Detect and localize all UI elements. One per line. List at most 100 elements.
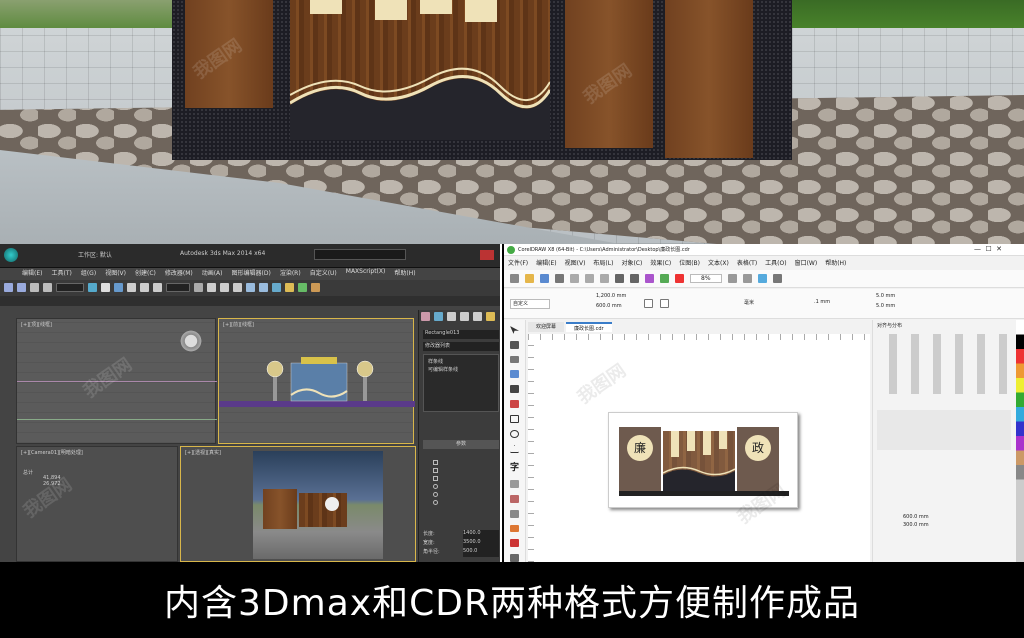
- page-width-field[interactable]: 1,200.0 mm: [596, 293, 626, 299]
- menu-item[interactable]: 动画(A): [202, 268, 223, 278]
- zoom-tool-icon[interactable]: [510, 370, 519, 379]
- menu-item[interactable]: 窗口(W): [795, 258, 818, 268]
- param-value[interactable]: 1400.0: [463, 530, 499, 539]
- viewport-top[interactable]: [+][顶][线框]: [16, 318, 217, 444]
- connector-icon[interactable]: [510, 494, 519, 503]
- menu-item[interactable]: 对象(C): [621, 258, 642, 268]
- eyedropper-icon[interactable]: [510, 524, 519, 533]
- options-icon[interactable]: [772, 274, 782, 283]
- menu-item[interactable]: 编辑(E): [22, 268, 42, 278]
- menu-item[interactable]: 位图(B): [679, 258, 700, 268]
- save-icon[interactable]: [540, 274, 549, 283]
- menu-item[interactable]: 视图(V): [105, 268, 126, 278]
- coord-dropdown[interactable]: [166, 283, 190, 292]
- menu-item[interactable]: 编辑(E): [536, 258, 556, 268]
- angle-snap-icon[interactable]: [220, 283, 229, 292]
- cut-icon[interactable]: [570, 274, 579, 283]
- radio[interactable]: [433, 492, 438, 497]
- menu-item[interactable]: 文本(X): [708, 258, 729, 268]
- menu-item[interactable]: 工具(T): [51, 268, 71, 278]
- modifier-stack[interactable]: 样条线 可编辑样条线: [423, 354, 499, 412]
- hierarchy-tab-icon[interactable]: [447, 312, 456, 321]
- checkbox[interactable]: [433, 476, 438, 481]
- nudge-field[interactable]: .1 mm: [814, 299, 830, 305]
- utilities-tab-icon[interactable]: [486, 312, 495, 321]
- menu-item[interactable]: 组(G): [81, 268, 96, 278]
- radio[interactable]: [433, 484, 438, 489]
- checkbox[interactable]: [433, 460, 438, 465]
- viewport-label[interactable]: [+][前][线框]: [223, 321, 254, 328]
- object-name-field[interactable]: Rectangle013: [423, 330, 499, 339]
- menu-item[interactable]: 视图(V): [565, 258, 586, 268]
- menu-item[interactable]: 创建(C): [135, 268, 156, 278]
- drawing-canvas[interactable]: 廉 政 我图网 我图网: [534, 340, 870, 562]
- rect-select-icon[interactable]: [114, 283, 123, 292]
- page-preset-dropdown[interactable]: 自定义: [510, 299, 550, 309]
- viewport-perspective[interactable]: [+][透视][真实]: [180, 446, 416, 562]
- align-icon[interactable]: [259, 283, 268, 292]
- redo-icon[interactable]: [17, 283, 26, 292]
- artistic-media-icon[interactable]: [510, 400, 519, 408]
- modifier-list-dropdown[interactable]: 修改器列表: [423, 342, 499, 351]
- portrait-icon[interactable]: [644, 299, 653, 308]
- window-controls[interactable]: — ☐ ✕: [974, 245, 1002, 253]
- menu-item[interactable]: 表格(T): [737, 258, 757, 268]
- render-setup-icon[interactable]: [298, 283, 307, 292]
- drop-shadow-icon[interactable]: [510, 509, 519, 518]
- menu-item[interactable]: 修改器(M): [165, 268, 193, 278]
- viewport-label[interactable]: [+][Camera01][明暗处理]: [21, 449, 83, 456]
- docker-height-field[interactable]: 300.0 mm: [903, 522, 929, 528]
- landscape-icon[interactable]: [660, 299, 669, 308]
- new-icon[interactable]: [510, 274, 519, 283]
- units-dropdown[interactable]: 毫米: [744, 299, 754, 306]
- align-objects-section[interactable]: [877, 410, 1011, 450]
- rotate-icon[interactable]: [140, 283, 149, 292]
- move-icon[interactable]: [127, 283, 136, 292]
- stack-item[interactable]: 样条线: [428, 358, 443, 365]
- open-icon[interactable]: [525, 274, 534, 283]
- import-icon[interactable]: [645, 274, 654, 283]
- align-buttons[interactable]: [877, 334, 1011, 394]
- crop-tool-icon[interactable]: [510, 355, 519, 364]
- pdf-icon[interactable]: [675, 274, 684, 283]
- menu-item[interactable]: 效果(C): [650, 258, 671, 268]
- snap-to-icon[interactable]: [757, 274, 767, 283]
- radio[interactable]: [433, 500, 438, 505]
- menu-item[interactable]: 自定义(U): [310, 268, 337, 278]
- layer-icon[interactable]: [272, 283, 281, 292]
- menu-item[interactable]: 帮助(H): [825, 258, 846, 268]
- text-tool-icon[interactable]: 字: [510, 460, 519, 473]
- menu-item[interactable]: 渲染(R): [280, 268, 301, 278]
- menu-item[interactable]: 工具(O): [765, 258, 786, 268]
- menu-item[interactable]: 布局(L): [593, 258, 613, 268]
- rollout-parameters[interactable]: 参数: [423, 440, 499, 449]
- viewport-label[interactable]: [+][透视][真实]: [185, 449, 221, 456]
- export-icon[interactable]: [660, 274, 669, 283]
- viewcube-icon[interactable]: [179, 329, 203, 353]
- create-tab-icon[interactable]: [421, 312, 430, 321]
- display-tab-icon[interactable]: [473, 312, 482, 321]
- select-icon[interactable]: [88, 283, 97, 292]
- material-editor-icon[interactable]: [285, 283, 294, 292]
- select-by-name-icon[interactable]: [101, 283, 110, 292]
- viewport-label[interactable]: [+][顶][线框]: [21, 321, 52, 328]
- menu-item[interactable]: 帮助(H): [394, 268, 415, 278]
- scale-icon[interactable]: [153, 283, 162, 292]
- undo-icon[interactable]: [4, 283, 13, 292]
- full-screen-icon[interactable]: [727, 274, 737, 283]
- mirror-icon[interactable]: [246, 283, 255, 292]
- redo-icon[interactable]: [630, 274, 639, 283]
- rulers-icon[interactable]: [742, 274, 752, 283]
- pivot-icon[interactable]: [194, 283, 203, 292]
- freehand-tool-icon[interactable]: [510, 385, 519, 394]
- interactive-fill-icon[interactable]: [510, 539, 519, 548]
- viewport-camera[interactable]: [+][Camera01][明暗处理] 总计 41,894 26,972: [16, 446, 178, 562]
- docker-width-field[interactable]: 600.0 mm: [903, 514, 929, 520]
- menu-item[interactable]: MAXScript(X): [346, 268, 386, 278]
- menu-item[interactable]: 文件(F): [508, 258, 528, 268]
- search-input[interactable]: [314, 249, 406, 260]
- unlink-icon[interactable]: [43, 283, 52, 292]
- paste-icon[interactable]: [600, 274, 609, 283]
- param-value[interactable]: 500.0: [463, 548, 499, 557]
- page-height-field[interactable]: 600.0 mm: [596, 303, 622, 309]
